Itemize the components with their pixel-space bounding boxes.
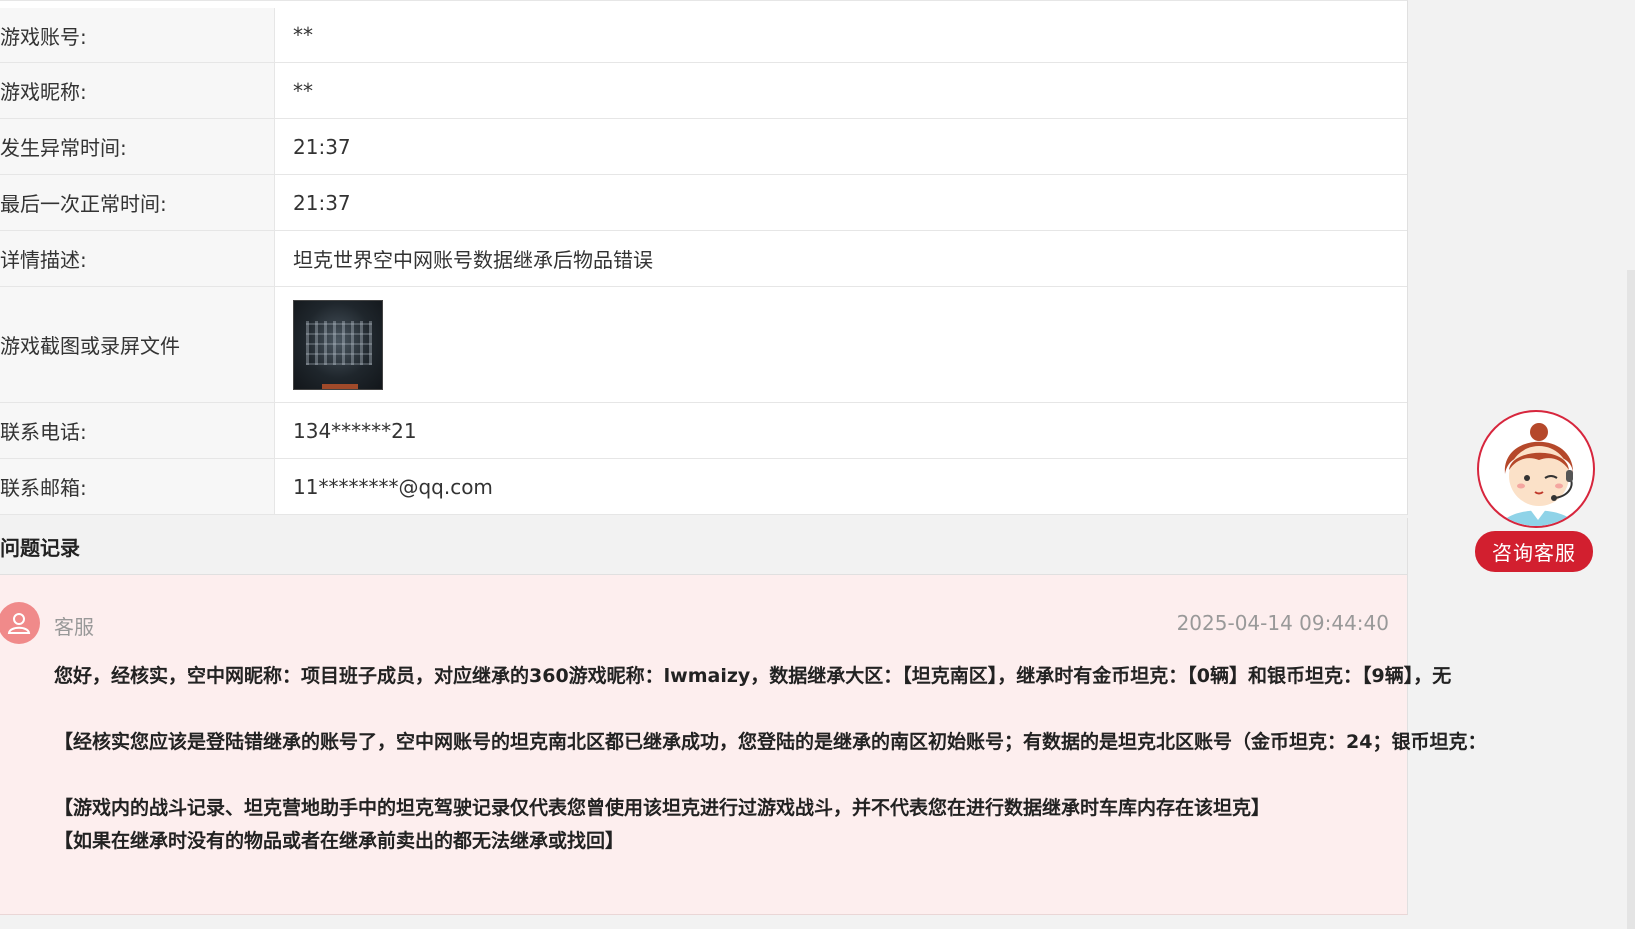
info-row-nickname: 游戏昵称: ** (0, 63, 1407, 119)
info-label: 详情描述: (0, 231, 275, 286)
info-label: 联系电话: (0, 403, 275, 458)
info-value: 坦克世界空中网账号数据继承后物品错误 (293, 248, 653, 272)
info-row-email: 联系邮箱: 11********@qq.com (0, 459, 1407, 515)
info-value-screenshot (275, 287, 1407, 402)
info-value: ** (293, 78, 313, 103)
message-timestamp: 2025-04-14 09:44:40 (1176, 611, 1389, 635)
info-value: ** (293, 23, 313, 47)
info-label: 游戏账号: (0, 8, 275, 62)
customer-service-button[interactable]: 咨询客服 (1475, 531, 1593, 572)
info-value: 21:37 (293, 190, 351, 215)
message-line: 您好，经核实，空中网昵称：项目班子成员，对应继承的360游戏昵称：lwmaizy… (54, 665, 1452, 687)
info-row-last-normal-time: 最后一次正常时间: 21:37 (0, 175, 1407, 231)
message-line: 【如果在继承时没有的物品或者在继承前卖出的都无法继承或找回】 (54, 830, 625, 852)
ticket-info-table: 游戏账号: ** 游戏昵称: ** 发生异常时间: 21:37 最后一次正常时间… (0, 0, 1408, 515)
info-row-phone: 联系电话: 134******21 (0, 403, 1407, 459)
page: 游戏账号: ** 游戏昵称: ** 发生异常时间: 21:37 最后一次正常时间… (0, 0, 1635, 929)
customer-service-avatar-icon[interactable] (1477, 410, 1595, 528)
info-row-screenshot: 游戏截图或录屏文件 (0, 287, 1407, 403)
message-line: 【游戏内的战斗记录、坦克营地助手中的坦克驾驶记录仅代表您曾使用该坦克进行过游戏战… (54, 797, 1271, 819)
info-value: 11********@qq.com (293, 474, 493, 499)
info-value: 134******21 (293, 418, 417, 443)
info-row-error-time: 发生异常时间: 21:37 (0, 119, 1407, 175)
info-label: 游戏昵称: (0, 63, 275, 118)
info-label: 发生异常时间: (0, 119, 275, 174)
user-icon (7, 613, 31, 634)
scrollbar[interactable] (1627, 270, 1635, 929)
info-label: 最后一次正常时间: (0, 175, 275, 230)
support-agent-icon (1500, 423, 1576, 526)
info-label: 游戏截图或录屏文件 (0, 287, 275, 402)
message-sender: 客服 (54, 615, 94, 639)
section-title-problem-records: 问题记录 (0, 518, 1408, 575)
message-line: 【经核实您应该是登陆错继承的账号了，空中网账号的坦克南北区都已继承成功，您登陆的… (54, 731, 1487, 753)
record-message: 客服 2025-04-14 09:44:40 您好，经核实，空中网昵称：项目班子… (0, 575, 1486, 915)
customer-service-widget[interactable]: 咨询客服 (1475, 410, 1595, 574)
info-value: 21:37 (293, 134, 351, 159)
support-avatar-icon (0, 602, 40, 644)
info-row-account: 游戏账号: ** (0, 8, 1407, 63)
info-row-description: 详情描述: 坦克世界空中网账号数据继承后物品错误 (0, 231, 1407, 287)
message-body: 您好，经核实，空中网昵称：项目班子成员，对应继承的360游戏昵称：lwmaizy… (54, 660, 1634, 858)
screenshot-thumbnail[interactable] (293, 299, 383, 390)
info-label: 联系邮箱: (0, 459, 275, 514)
